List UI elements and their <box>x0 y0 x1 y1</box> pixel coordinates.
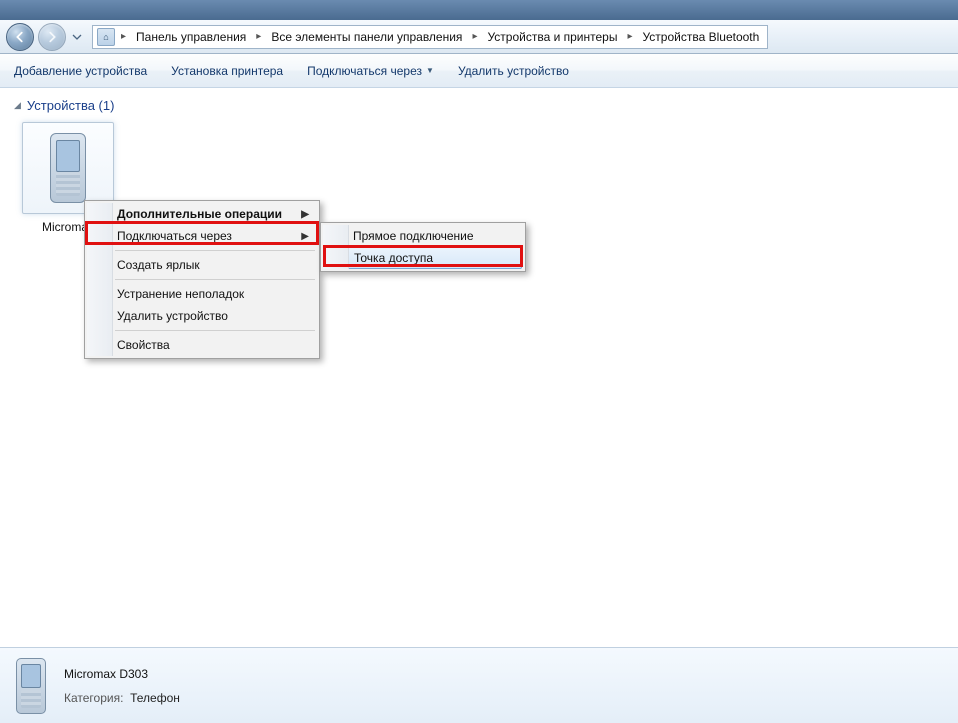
details-device-name: Micromax D303 <box>64 667 180 681</box>
toolbar-add-printer[interactable]: Установка принтера <box>171 64 283 78</box>
navigation-bar: ⌂ ▸ Панель управления ▸ Все элементы пан… <box>0 20 958 54</box>
breadcrumb-devices-printers[interactable]: Устройства и принтеры <box>483 30 621 44</box>
ctx-item-remove-device[interactable]: Удалить устройство <box>87 305 317 327</box>
ctx-item-create-shortcut[interactable]: Создать ярлык <box>87 254 317 276</box>
toolbar-remove-device[interactable]: Удалить устройство <box>458 64 569 78</box>
command-toolbar: Добавление устройства Установка принтера… <box>0 54 958 88</box>
chevron-right-icon: ▸ <box>254 31 263 42</box>
ctx-item-troubleshoot[interactable]: Устранение неполадок <box>87 283 317 305</box>
phone-icon <box>16 658 46 714</box>
arrow-left-icon <box>13 30 27 44</box>
chevron-right-icon: ▸ <box>470 31 479 42</box>
ctx-item-properties[interactable]: Свойства <box>87 334 317 356</box>
phone-icon <box>50 133 86 203</box>
ctx-item-connect-via[interactable]: Подключаться через ▶ <box>87 225 317 247</box>
ctx-item-extra-operations[interactable]: Дополнительные операции ▶ <box>87 203 317 225</box>
chevron-down-icon: ▼ <box>426 66 434 75</box>
context-menu-iconbar <box>323 225 349 269</box>
submenu-arrow-icon: ▶ <box>301 209 309 220</box>
context-submenu: Прямое подключение Точка доступа <box>320 222 526 272</box>
breadcrumb-control-panel[interactable]: Панель управления <box>132 30 250 44</box>
nav-history-dropdown[interactable] <box>70 27 84 47</box>
chevron-down-icon <box>72 34 82 40</box>
context-menu-separator <box>115 330 315 331</box>
chevron-right-icon: ▸ <box>625 31 634 42</box>
details-pane: Micromax D303 Категория: Телефон <box>0 647 958 723</box>
devices-icon: ⌂ <box>97 28 115 46</box>
details-category-value: Телефон <box>130 691 180 705</box>
nav-back-button[interactable] <box>6 23 34 51</box>
address-bar[interactable]: ⌂ ▸ Панель управления ▸ Все элементы пан… <box>92 25 768 49</box>
group-title: Устройства (1) <box>27 98 115 113</box>
chevron-right-icon: ▸ <box>119 31 128 42</box>
nav-forward-button[interactable] <box>38 23 66 51</box>
group-header-devices[interactable]: ◢ Устройства (1) <box>14 98 944 113</box>
toolbar-add-device[interactable]: Добавление устройства <box>14 64 147 78</box>
context-menu-separator <box>115 279 315 280</box>
breadcrumb-all-items[interactable]: Все элементы панели управления <box>267 30 466 44</box>
submenu-item-direct-connection[interactable]: Прямое подключение <box>323 225 523 247</box>
submenu-arrow-icon: ▶ <box>301 231 309 242</box>
breadcrumb-bluetooth-devices[interactable]: Устройства Bluetooth <box>638 30 763 44</box>
submenu-item-access-point[interactable]: Точка доступа <box>324 247 522 269</box>
window-titlebar <box>0 0 958 20</box>
triangle-collapse-icon: ◢ <box>14 100 21 111</box>
context-menu-separator <box>115 250 315 251</box>
content-area: ◢ Устройства (1) Micromax Дополнительные… <box>0 88 958 647</box>
arrow-right-icon <box>45 30 59 44</box>
context-menu: Дополнительные операции ▶ Подключаться ч… <box>84 200 320 359</box>
details-category-label: Категория: <box>64 691 123 705</box>
toolbar-connect-via[interactable]: Подключаться через ▼ <box>307 64 434 78</box>
